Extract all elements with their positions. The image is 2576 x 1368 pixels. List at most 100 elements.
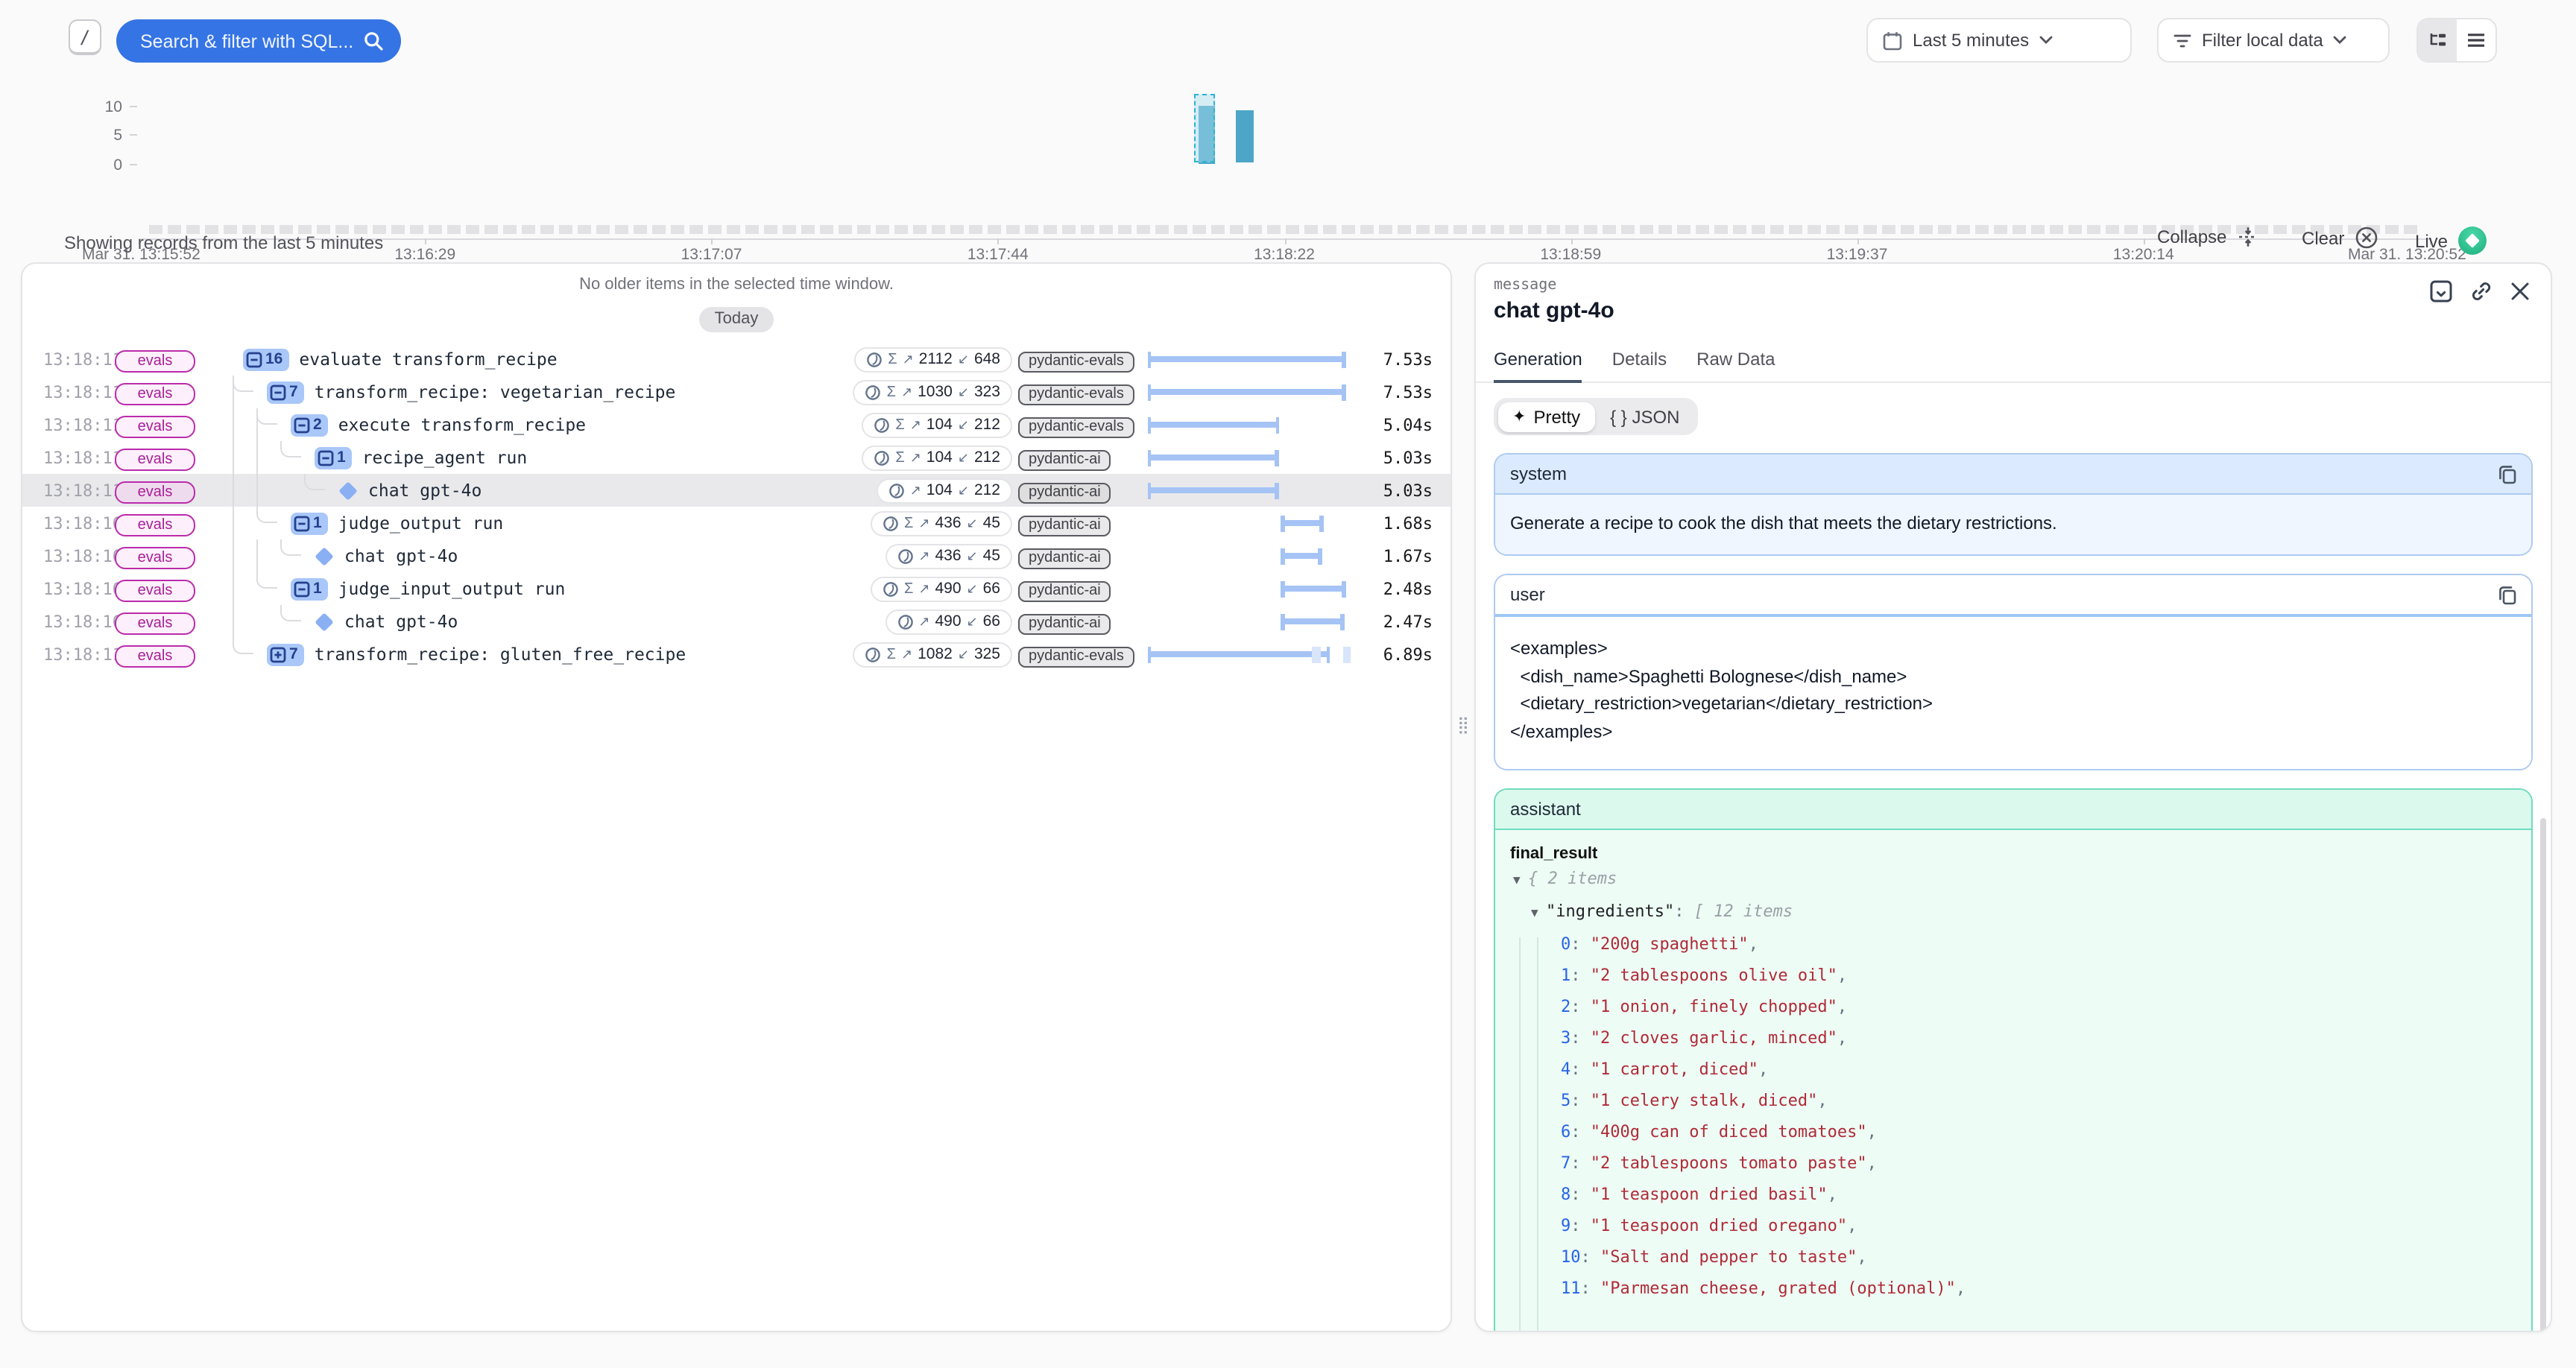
evals-badge[interactable]: evals xyxy=(115,514,195,536)
list-view-button[interactable] xyxy=(2457,19,2496,61)
collapse-chip[interactable]: 1 xyxy=(291,577,328,600)
selected-time-bucket[interactable] xyxy=(1194,94,1215,162)
json-root-line: ▼{ 2 items xyxy=(1510,863,2516,896)
trace-row[interactable]: 13:18:16evalschat gpt-4o↗490↙66pydantic-… xyxy=(22,605,1450,638)
evals-badge[interactable]: evals xyxy=(115,645,195,668)
trace-row[interactable]: 13:18:11evals7transform_recipe: gluten_f… xyxy=(22,638,1450,671)
duration-gantt-bar[interactable] xyxy=(1281,521,1323,526)
token-usage-pill[interactable]: Σ↗104↙212 xyxy=(862,412,1012,437)
trace-row[interactable]: 13:18:11evals16evaluate transform_recipe… xyxy=(22,343,1450,376)
tree-view-button[interactable] xyxy=(2418,19,2457,61)
pretty-toggle-button[interactable]: ✦ Pretty xyxy=(1497,402,1595,431)
token-usage-pill[interactable]: ↗104↙212 xyxy=(877,478,1012,503)
sigma-icon: Σ xyxy=(904,515,913,531)
evals-badge[interactable]: evals xyxy=(115,350,195,373)
duration-gantt-bar[interactable] xyxy=(1281,586,1345,592)
expand-chip[interactable]: 7 xyxy=(267,643,304,665)
row-timestamp: 13:18:11 xyxy=(22,382,115,402)
evals-badge[interactable]: evals xyxy=(115,449,195,471)
x-axis-tick xyxy=(1570,238,1572,244)
clear-button[interactable]: Clear xyxy=(2302,227,2377,249)
live-toggle[interactable]: Live xyxy=(2415,227,2487,255)
evals-badge[interactable]: evals xyxy=(115,612,195,635)
scope-tag[interactable]: pydantic-ai xyxy=(1018,613,1111,634)
trace-row[interactable]: 13:18:16evals1judge_output runΣ↗436↙45py… xyxy=(22,507,1450,539)
trace-row[interactable]: 13:18:11evals1recipe_agent runΣ↗104↙212p… xyxy=(22,441,1450,474)
duration-gantt-bar[interactable] xyxy=(1148,455,1279,460)
final-result-label: final_result xyxy=(1510,845,2516,863)
collapse-button[interactable]: Collapse xyxy=(2157,227,2258,247)
token-usage-pill[interactable]: Σ↗1082↙325 xyxy=(853,642,1012,667)
trace-row[interactable]: 13:18:16evals1judge_input_output runΣ↗49… xyxy=(22,572,1450,605)
scope-tag[interactable]: pydantic-ai xyxy=(1018,580,1111,601)
duration-gantt-bar[interactable] xyxy=(1148,652,1330,657)
copy-icon[interactable] xyxy=(2498,585,2516,604)
collapse-chip[interactable]: 1 xyxy=(291,512,328,534)
app-root: / Search & filter with SQL... Last 5 min… xyxy=(0,0,2576,1368)
x-axis-tick xyxy=(1284,238,1286,244)
evals-badge[interactable]: evals xyxy=(115,383,195,405)
token-coin-icon xyxy=(883,515,899,531)
scope-tag[interactable]: pydantic-ai xyxy=(1018,482,1111,503)
histogram-bar[interactable] xyxy=(1236,111,1254,163)
trace-row[interactable]: 13:18:11evals7transform_recipe: vegetari… xyxy=(22,376,1450,408)
token-usage-pill[interactable]: Σ↗2112↙648 xyxy=(854,346,1012,372)
scope-tag[interactable]: pydantic-evals xyxy=(1018,351,1134,372)
search-icon xyxy=(364,31,383,51)
output-tokens-arrow-icon: ↙ xyxy=(967,580,978,597)
time-range-dropdown[interactable]: Last 5 minutes xyxy=(1866,18,2132,63)
tab-generation[interactable]: Generation xyxy=(1494,349,1582,381)
token-usage-pill[interactable]: Σ↗490↙66 xyxy=(871,576,1012,601)
trace-row[interactable]: 13:18:11evals2execute transform_recipeΣ↗… xyxy=(22,408,1450,441)
chevron-expanded-icon[interactable]: ▼ xyxy=(1531,897,1546,928)
copy-link-icon[interactable] xyxy=(2470,280,2493,303)
copy-icon[interactable] xyxy=(2498,464,2516,484)
scope-tag[interactable]: pydantic-evals xyxy=(1018,646,1134,667)
scope-tag[interactable]: pydantic-evals xyxy=(1018,417,1134,437)
panel-resize-handle[interactable]: ⣿ xyxy=(1452,715,1474,735)
duration-gantt-bar[interactable] xyxy=(1281,554,1322,559)
evals-badge[interactable]: evals xyxy=(115,481,195,504)
filter-local-data-dropdown[interactable]: Filter local data xyxy=(2157,18,2390,63)
trace-row[interactable]: 13:18:16evalschat gpt-4o↗436↙45pydantic-… xyxy=(22,539,1450,572)
token-usage-pill[interactable]: Σ↗436↙45 xyxy=(871,510,1012,536)
evals-badge[interactable]: evals xyxy=(115,416,195,438)
duration-gantt-bar[interactable] xyxy=(1281,619,1345,624)
detail-scrollbar[interactable] xyxy=(2540,818,2546,1332)
scope-tag[interactable]: pydantic-ai xyxy=(1018,449,1111,470)
token-usage-pill[interactable]: Σ↗1030↙323 xyxy=(853,379,1012,405)
no-older-items-notice: No older items in the selected time wind… xyxy=(22,276,1450,294)
duration-gantt-bar[interactable] xyxy=(1148,422,1280,428)
collapse-chip[interactable]: 16 xyxy=(243,348,288,370)
tab-raw-data[interactable]: Raw Data xyxy=(1696,349,1775,381)
y-axis-tick-label: 5 xyxy=(83,127,122,145)
scope-tag[interactable]: pydantic-evals xyxy=(1018,384,1134,405)
collapse-chip[interactable]: 7 xyxy=(267,381,304,403)
token-usage-pill[interactable]: ↗436↙45 xyxy=(885,543,1012,569)
duration-gantt-bar[interactable] xyxy=(1148,488,1279,493)
evals-badge[interactable]: evals xyxy=(115,580,195,602)
tab-details[interactable]: Details xyxy=(1612,349,1667,381)
span-name: chat gpt-4o xyxy=(368,480,482,501)
output-tokens: 648 xyxy=(974,350,1000,368)
records-histogram[interactable]: 0510Mar 31. 13:15:5213:16:2913:17:0713:1… xyxy=(0,72,2576,198)
json-toggle-button[interactable]: { } JSON xyxy=(1595,402,1694,431)
duration-gantt-bar[interactable] xyxy=(1148,390,1346,395)
input-tokens: 1030 xyxy=(918,383,953,401)
search-input[interactable]: Search & filter with SQL... xyxy=(116,19,401,63)
token-usage-pill[interactable]: ↗490↙66 xyxy=(885,609,1012,634)
scope-tag[interactable]: pydantic-ai xyxy=(1018,548,1111,569)
trace-row[interactable]: 13:18:11evalschat gpt-4o↗104↙212pydantic… xyxy=(22,474,1450,507)
tree-view-icon xyxy=(2428,31,2447,49)
dock-panel-icon[interactable] xyxy=(2430,280,2452,303)
token-usage-pill[interactable]: Σ↗104↙212 xyxy=(862,445,1012,470)
time-range-label: Last 5 minutes xyxy=(1913,30,2029,51)
collapse-chip[interactable]: 2 xyxy=(291,414,328,436)
evals-badge[interactable]: evals xyxy=(115,547,195,569)
duration-gantt-bar[interactable] xyxy=(1148,357,1346,362)
filter-icon xyxy=(2174,32,2191,48)
scope-tag[interactable]: pydantic-ai xyxy=(1018,515,1111,536)
chevron-expanded-icon[interactable]: ▼ xyxy=(1513,864,1528,896)
close-icon[interactable] xyxy=(2510,280,2530,303)
collapse-chip[interactable]: 1 xyxy=(315,446,352,469)
